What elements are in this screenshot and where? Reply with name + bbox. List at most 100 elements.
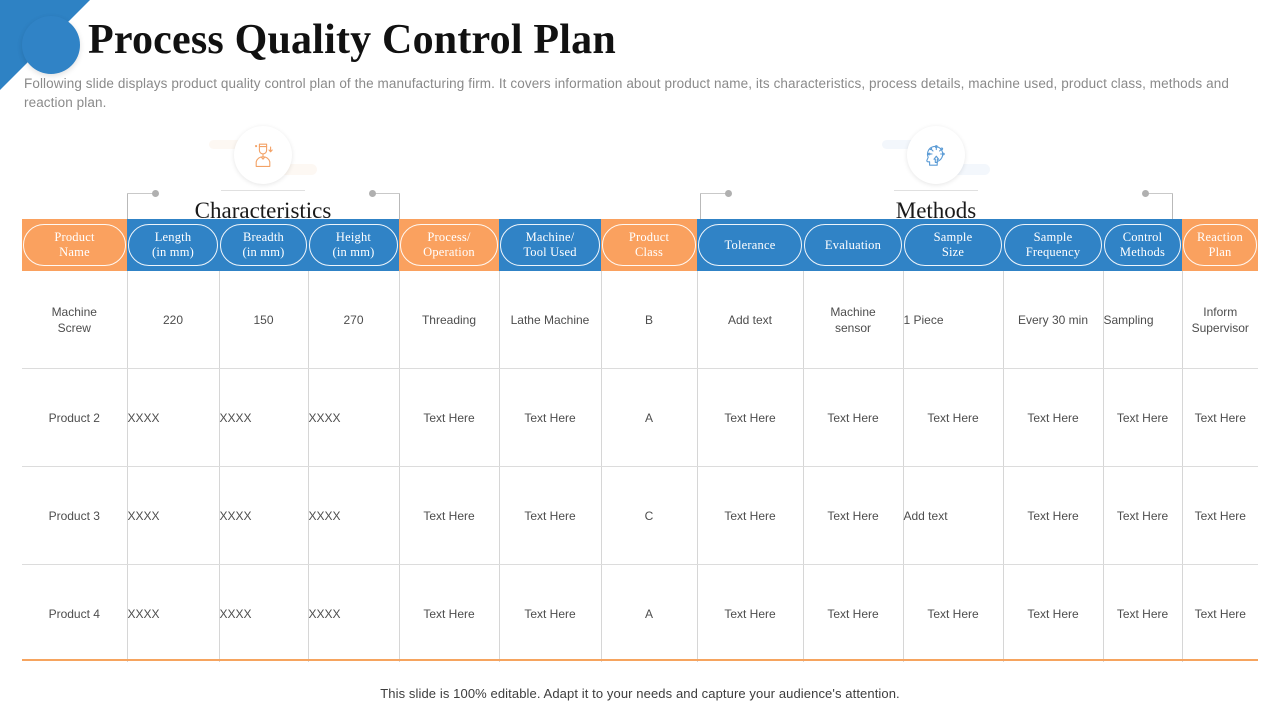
- cell-line1: 270: [343, 312, 364, 327]
- header-line1: Length: [154, 230, 192, 244]
- cell-line1: Text Here: [524, 508, 576, 523]
- table-cell[interactable]: Text Here: [697, 368, 804, 467]
- table-cell[interactable]: Text Here: [1182, 565, 1258, 663]
- table-cell[interactable]: XXXX: [127, 466, 220, 565]
- table-cell[interactable]: Text Here: [903, 564, 1004, 662]
- quality-control-table: Product Name Length (in mm) Breadth (in mm)…: [22, 219, 1258, 662]
- table-cell[interactable]: Text Here: [903, 368, 1004, 467]
- corner-circle-decoration: [22, 16, 80, 74]
- table-cell[interactable]: Text Here: [1003, 564, 1104, 662]
- cell-line1: XXXX: [219, 508, 252, 523]
- icon-underline-decoration: [894, 190, 978, 192]
- table-cell[interactable]: Add text: [697, 271, 804, 369]
- header-line1: Process/: [427, 230, 471, 244]
- table-cell[interactable]: XXXX: [219, 368, 309, 467]
- cell-line1: Every 30 min: [1017, 312, 1089, 327]
- column-header-breadth[interactable]: Breadth (in mm): [219, 219, 308, 271]
- table-cell[interactable]: Text Here: [1182, 368, 1258, 467]
- table-cell[interactable]: Text Here: [499, 466, 602, 565]
- table-cell[interactable]: Text Here: [1103, 466, 1183, 565]
- table-cell[interactable]: XXXX: [308, 368, 400, 467]
- table-cell[interactable]: Text Here: [803, 368, 904, 467]
- table-cell[interactable]: Text Here: [1003, 368, 1104, 467]
- table-cell[interactable]: Sampling: [1103, 271, 1183, 369]
- cell-line1: 220: [162, 312, 184, 327]
- cell-line1: Text Here: [524, 606, 576, 621]
- footer-note: This slide is 100% editable. Adapt it to…: [380, 686, 900, 701]
- table-cell[interactable]: XXXX: [127, 564, 220, 662]
- table-cell[interactable]: Add text: [903, 466, 1004, 565]
- table-cell[interactable]: Text Here: [499, 368, 602, 467]
- table-cell[interactable]: XXXX: [308, 564, 400, 662]
- table-row: Product 4 XXXX XXXX XXXX Text Here Text Here A…: [22, 564, 1258, 663]
- header-line1: Evaluation: [824, 237, 882, 252]
- column-header-sample-size[interactable]: Sample Size: [903, 219, 1003, 271]
- table-cell[interactable]: XXXX: [127, 368, 220, 467]
- column-header-machine-tool-used[interactable]: Machine/Tool Used: [499, 219, 601, 271]
- cell-line1: XXXX: [219, 606, 252, 621]
- header-line2: (in mm): [151, 245, 195, 259]
- header-line1: Product: [54, 230, 95, 244]
- table-cell[interactable]: Text Here: [697, 564, 804, 662]
- table-cell[interactable]: Text Here: [803, 466, 904, 565]
- icon-underline-decoration: [221, 190, 305, 192]
- column-header-length[interactable]: Length (in mm): [127, 219, 219, 271]
- table-cell[interactable]: Product 3: [22, 466, 128, 565]
- table-cell[interactable]: Lathe Machine: [499, 271, 602, 369]
- table-cell[interactable]: 150: [219, 271, 309, 369]
- table-cell[interactable]: Text Here: [399, 564, 500, 662]
- header-line2: Frequency: [1025, 245, 1081, 259]
- table-cell[interactable]: XXXX: [219, 564, 309, 662]
- column-header-height[interactable]: Height (in mm): [308, 219, 399, 271]
- table-cell[interactable]: Machine Screw: [22, 271, 128, 369]
- table-cell[interactable]: Text Here: [499, 564, 602, 662]
- cell-line1: Text Here: [827, 606, 879, 621]
- header-line1: Breadth: [243, 230, 284, 244]
- table-cell[interactable]: Text Here: [697, 466, 804, 565]
- cell-line1: Text Here: [827, 410, 879, 425]
- table-cell[interactable]: B: [601, 271, 698, 369]
- column-header-sample-frequency[interactable]: Sample Frequency: [1003, 219, 1103, 271]
- table-cell[interactable]: Machine sensor: [803, 271, 904, 369]
- column-header-product-class[interactable]: Product Class: [601, 219, 697, 271]
- table-cell[interactable]: Text Here: [399, 466, 500, 565]
- column-header-tolerance[interactable]: Tolerance: [697, 219, 803, 271]
- table-cell[interactable]: Text Here: [399, 368, 500, 467]
- table-cell[interactable]: Text Here: [1103, 368, 1183, 467]
- cell-line1: Inform: [1203, 304, 1238, 319]
- table-cell[interactable]: A: [601, 564, 698, 662]
- cell-line1: XXXX: [127, 410, 160, 425]
- header-line2: Plan: [1208, 245, 1232, 259]
- header-line2: Tool Used: [523, 245, 577, 259]
- table-cell[interactable]: Product 4: [22, 564, 128, 662]
- cell-line1: Sampling: [1103, 312, 1154, 327]
- table-cell[interactable]: Threading: [399, 271, 500, 369]
- header-line2: (in mm): [242, 245, 285, 259]
- column-header-reaction-plan[interactable]: Reaction Plan: [1182, 219, 1258, 271]
- column-header-control-methods[interactable]: Control Methods: [1103, 219, 1182, 271]
- column-header-evaluation[interactable]: Evaluation: [803, 219, 903, 271]
- header-line1: Height: [335, 230, 372, 244]
- table-cell[interactable]: 220: [127, 271, 220, 369]
- table-cell[interactable]: 270: [308, 271, 400, 369]
- table-cell[interactable]: Text Here: [803, 564, 904, 662]
- cell-line1: Text Here: [1027, 508, 1079, 523]
- page-subtitle: Following slide displays product quality…: [24, 76, 1229, 110]
- table-cell[interactable]: A: [601, 368, 698, 467]
- cell-line2: Supervisor: [1191, 320, 1249, 335]
- table-cell[interactable]: C: [601, 466, 698, 565]
- table-cell[interactable]: Inform Supervisor: [1182, 271, 1258, 369]
- table-cell[interactable]: Every 30 min: [1003, 271, 1104, 369]
- table-cell[interactable]: 1 Piece: [903, 271, 1004, 369]
- table-cell[interactable]: XXXX: [308, 466, 400, 565]
- header-line1: Tolerance: [724, 237, 776, 252]
- table-cell[interactable]: Product 2: [22, 368, 128, 467]
- column-header-process-operation[interactable]: Process/Operation: [399, 219, 499, 271]
- table-cell[interactable]: Text Here: [1003, 466, 1104, 565]
- table-cell[interactable]: XXXX: [219, 466, 309, 565]
- column-header-product-name[interactable]: Product Name: [22, 219, 127, 271]
- cell-line1: Text Here: [927, 410, 979, 425]
- table-row: Product 2 XXXX XXXX XXXX Text Here Text Here A…: [22, 368, 1258, 467]
- table-cell[interactable]: Text Here: [1103, 564, 1183, 662]
- table-cell[interactable]: Text Here: [1182, 466, 1258, 565]
